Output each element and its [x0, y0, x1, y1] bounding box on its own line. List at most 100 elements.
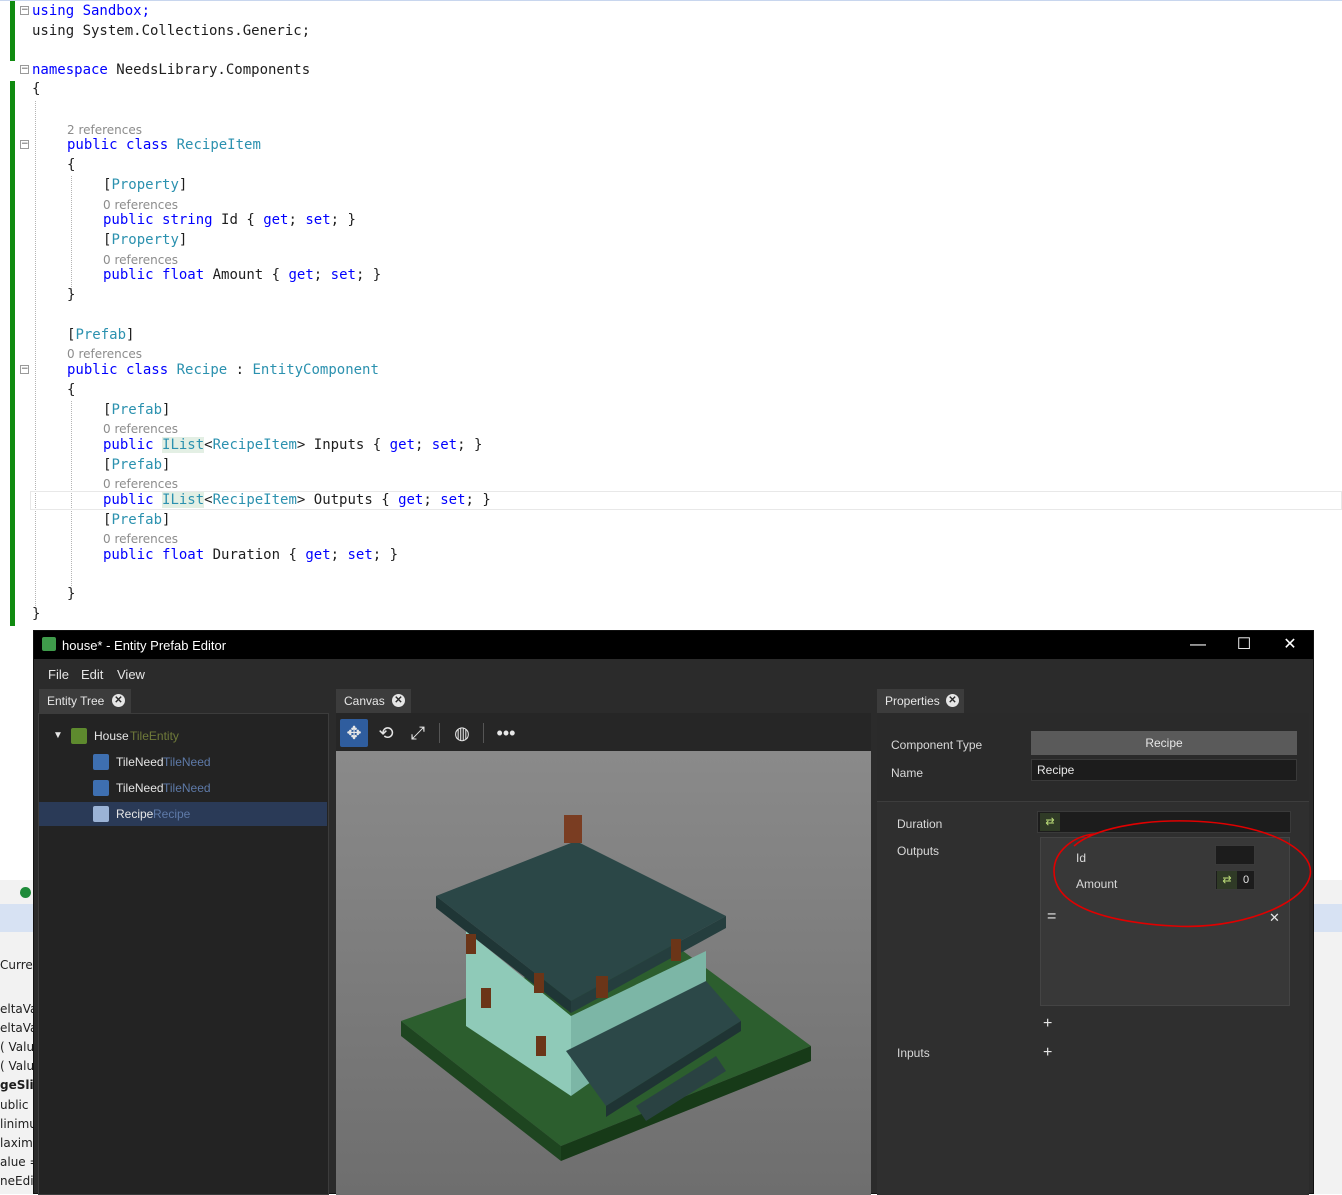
inputs-label: Inputs: [897, 1046, 930, 1060]
tree-item-tileneed[interactable]: TileNeed TileNeed: [39, 776, 327, 800]
tree-item-label: House: [94, 729, 129, 743]
window-title: house* - Entity Prefab Editor: [62, 638, 227, 653]
fold-toggle[interactable]: −: [20, 65, 29, 74]
menu-view[interactable]: View: [117, 667, 145, 682]
outputs-label: Outputs: [897, 844, 940, 858]
minimize-button[interactable]: —: [1175, 631, 1221, 659]
code-line-brace[interactable]: }: [67, 285, 75, 305]
code-line-brace[interactable]: }: [32, 604, 40, 624]
codelens-references[interactable]: 0 references: [103, 532, 178, 546]
code-line-brace[interactable]: {: [32, 79, 40, 99]
change-bar: [10, 81, 15, 626]
scale-icon[interactable]: ⤢: [404, 719, 432, 747]
tree-item-type: TileNeed: [163, 781, 211, 795]
title-bar[interactable]: house* - Entity Prefab Editor — ☐ ✕: [34, 631, 1313, 659]
close-button[interactable]: ✕: [1267, 631, 1313, 659]
change-bar: [10, 1, 15, 61]
fold-toggle[interactable]: −: [20, 365, 29, 374]
tree-item-house[interactable]: ▼ House TileEntity: [39, 724, 327, 748]
codelens-references[interactable]: 0 references: [67, 347, 142, 361]
fold-toggle[interactable]: −: [20, 6, 29, 15]
code-line-attribute[interactable]: [Prefab]: [103, 400, 170, 420]
code-line-prop-duration[interactable]: public float Duration { get; set; }: [103, 545, 398, 565]
code-editor[interactable]: − − − − using Sandbox; using System.Coll…: [0, 0, 1342, 631]
prefab-editor-window[interactable]: house* - Entity Prefab Editor — ☐ ✕ File…: [33, 630, 1314, 1195]
code-line-attribute[interactable]: [Property]: [103, 175, 187, 195]
menu-file[interactable]: File: [48, 667, 69, 682]
code-line-brace[interactable]: {: [67, 155, 75, 175]
viewport[interactable]: [336, 751, 871, 1195]
background-text: eltaVal: [0, 1002, 33, 1016]
entity-tree-panel[interactable]: ▼ House TileEntity TileNeed TileNeed Til…: [38, 713, 329, 1195]
background-text: ( Value: [0, 1040, 33, 1054]
tab-label: Canvas: [344, 694, 385, 708]
background-text: laximu: [0, 1136, 33, 1150]
codelens-references[interactable]: 0 references: [103, 422, 178, 436]
tab-properties[interactable]: Properties ✕: [877, 689, 964, 713]
code-line-using-sandbox[interactable]: using Sandbox;: [32, 1, 150, 21]
tab-entity-tree[interactable]: Entity Tree ✕: [39, 689, 131, 713]
code-line-attribute[interactable]: [Property]: [103, 230, 187, 250]
tree-item-label: Recipe: [116, 807, 154, 821]
background-text: Curren: [0, 958, 33, 972]
code-line-attribute[interactable]: [Prefab]: [103, 510, 170, 530]
tree-item-type: TileNeed: [163, 755, 211, 769]
more-icon[interactable]: •••: [492, 719, 520, 747]
codelens-references[interactable]: 0 references: [103, 477, 178, 491]
background-text: eltaVal: [0, 1021, 33, 1035]
code-line-brace[interactable]: }: [67, 584, 75, 604]
tree-item-tileneed[interactable]: TileNeed TileNeed: [39, 750, 327, 774]
component-type-button[interactable]: Recipe: [1031, 731, 1297, 755]
tree-item-label: TileNeed: [116, 781, 164, 795]
code-line-prop-outputs[interactable]: public IList<RecipeItem> Outputs { get; …: [103, 490, 491, 510]
add-input-button[interactable]: +: [1043, 1044, 1052, 1062]
tab-label: Entity Tree: [47, 694, 105, 708]
status-ok-icon: [20, 887, 31, 898]
code-line-class-recipe[interactable]: public class Recipe : EntityComponent: [67, 360, 379, 380]
code-line-using-collections[interactable]: using System.Collections.Generic;: [32, 21, 310, 41]
close-icon[interactable]: ✕: [392, 694, 405, 707]
rotate-icon[interactable]: ⟲: [372, 719, 400, 747]
add-output-button[interactable]: +: [1043, 1015, 1052, 1033]
expand-arrow-icon[interactable]: ▼: [53, 724, 63, 748]
tree-item-type: TileEntity: [130, 729, 179, 743]
name-field[interactable]: Recipe: [1031, 759, 1297, 781]
code-line-prop-id[interactable]: public string Id { get; set; }: [103, 210, 356, 230]
toolbar-divider: [483, 723, 484, 743]
app-icon: [42, 637, 56, 651]
close-icon[interactable]: ✕: [112, 694, 125, 707]
name-label: Name: [891, 766, 924, 780]
tree-item-label: TileNeed: [116, 755, 164, 769]
house-model: [401, 815, 811, 1161]
background-text: linimu: [0, 1117, 33, 1131]
tree-item-recipe[interactable]: Recipe Recipe: [39, 802, 327, 826]
close-icon[interactable]: ✕: [946, 694, 959, 707]
code-line-prop-amount[interactable]: public float Amount { get; set; }: [103, 265, 381, 285]
maximize-button[interactable]: ☐: [1221, 631, 1267, 659]
entity-icon: [71, 728, 87, 744]
annotation-circle: [1053, 820, 1312, 928]
component-icon: [93, 806, 109, 822]
code-line-prop-inputs[interactable]: public IList<RecipeItem> Inputs { get; s…: [103, 435, 482, 455]
component-type-label: Component Type: [891, 738, 983, 752]
toolbar-divider: [439, 723, 440, 743]
background-text: ublic: [0, 1098, 29, 1112]
code-line-attribute[interactable]: [Prefab]: [67, 325, 134, 345]
properties-header: [877, 713, 1309, 802]
background-text: ( Value: [0, 1059, 33, 1073]
background-text: geSlid: [0, 1078, 33, 1092]
properties-panel[interactable]: Component Type Recipe Name Recipe Durati…: [877, 713, 1309, 1195]
fold-toggle[interactable]: −: [20, 140, 29, 149]
canvas-panel[interactable]: ✥ ⟲ ⤢ ◍ •••: [336, 713, 871, 1195]
code-line-brace[interactable]: {: [67, 380, 75, 400]
tab-canvas[interactable]: Canvas ✕: [336, 689, 411, 713]
background-text: alue =: [0, 1155, 33, 1169]
component-icon: [93, 754, 109, 770]
menu-edit[interactable]: Edit: [81, 667, 103, 682]
component-icon: [93, 780, 109, 796]
code-line-attribute[interactable]: [Prefab]: [103, 455, 170, 475]
move-icon[interactable]: ✥: [340, 719, 368, 747]
globe-icon[interactable]: ◍: [448, 719, 476, 747]
code-line-namespace[interactable]: namespace NeedsLibrary.Components: [32, 60, 310, 80]
code-line-class-recipeitem[interactable]: public class RecipeItem: [67, 135, 261, 155]
